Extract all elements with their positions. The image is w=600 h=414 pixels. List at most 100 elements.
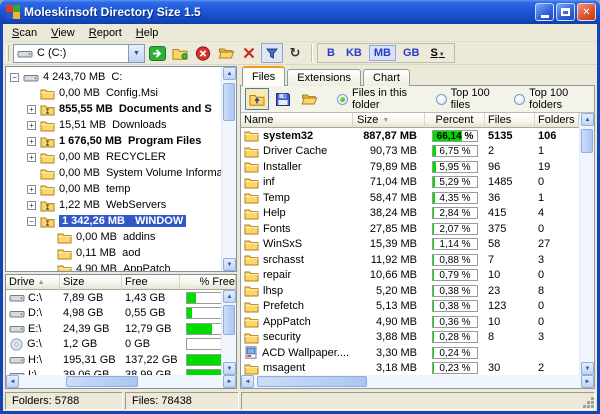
scroll-down-icon[interactable]: ▼ [223, 362, 236, 375]
tree-item[interactable]: 4,90 MB AppPatch [6, 261, 236, 271]
collapse-icon[interactable]: − [27, 216, 36, 226]
column-header-files[interactable]: Files [485, 113, 535, 128]
scroll-down-icon[interactable]: ▼ [581, 362, 594, 375]
delete-button[interactable] [238, 43, 260, 63]
scroll-thumb[interactable] [223, 305, 235, 335]
unit-kb-button[interactable]: KB [342, 46, 366, 60]
drive-vertical-scrollbar[interactable]: ▲ ▼ [221, 290, 236, 375]
scroll-up-icon[interactable]: ▲ [223, 67, 236, 80]
file-row[interactable]: Temp 58,47 MB 4,35 % 36 1 [241, 190, 594, 206]
tab-chart[interactable]: Chart [363, 69, 410, 86]
tree-item[interactable]: 0,11 MB aod [6, 245, 236, 261]
drive-row[interactable]: I:\ 39,06 GB 38,99 GB 99 [6, 368, 236, 375]
chevron-down-icon[interactable]: ▼ [128, 44, 144, 62]
menu-item-scan[interactable]: Scan [5, 26, 44, 40]
drive-row[interactable]: E:\ 24,39 GB 12,79 GB 52 [6, 321, 236, 337]
refresh-button[interactable]: ↻ [284, 43, 306, 63]
column-header-folders[interactable]: Folders [535, 113, 579, 128]
column-header-free[interactable]: % Free [180, 275, 236, 290]
unit-s-button[interactable]: S▼ [426, 46, 448, 60]
menu-item-view[interactable]: View [44, 26, 82, 40]
open-folder-button[interactable] [215, 43, 237, 63]
column-header-size[interactable]: Size ▼ [353, 113, 425, 128]
open-folder-button[interactable] [297, 88, 321, 110]
scroll-thumb[interactable] [257, 376, 367, 387]
tree-item[interactable]: +1 676,50 MB Program Files [6, 133, 236, 149]
folder-up-button[interactable] [245, 88, 269, 110]
file-row[interactable]: WinSxS 15,39 MB 1,14 % 58 27 [241, 237, 594, 253]
tree-item[interactable]: −4 243,70 MB C: [6, 69, 236, 85]
expand-icon[interactable]: + [27, 184, 36, 194]
scroll-thumb[interactable] [223, 83, 235, 121]
save-report-button[interactable] [271, 88, 295, 110]
unit-gb-button[interactable]: GB [399, 46, 424, 60]
file-row[interactable]: ACD Wallpaper.... 3,30 MB 0,24 % [241, 345, 594, 361]
file-row[interactable]: repair 10,66 MB 0,79 % 10 0 [241, 268, 594, 284]
column-header-size[interactable]: Size [60, 275, 122, 290]
scroll-left-icon[interactable]: ◄ [6, 375, 19, 388]
resize-grip[interactable] [591, 405, 594, 408]
drive-row[interactable]: C:\ 7,89 GB 1,43 GB 18 [6, 290, 236, 306]
minimize-button[interactable] [535, 3, 554, 21]
drive-row[interactable]: D:\ 4,98 GB 0,55 GB 11 [6, 306, 236, 322]
scroll-right-icon[interactable]: ► [581, 375, 594, 388]
tree-item[interactable]: − 1 342,26 MB WINDOW [6, 213, 236, 229]
toolbar-grip[interactable] [6, 45, 9, 61]
file-row[interactable]: Installer 79,89 MB 5,95 % 96 19 [241, 159, 594, 175]
file-row[interactable]: lhsp 5,20 MB 0,38 % 23 8 [241, 283, 594, 299]
scroll-up-icon[interactable]: ▲ [223, 290, 236, 303]
scroll-down-icon[interactable]: ▼ [223, 258, 236, 271]
tree-item[interactable]: +855,55 MB Documents and S [6, 101, 236, 117]
file-row[interactable]: system32 887,87 MB 66,14 % 5135 106 [241, 128, 594, 144]
title-bar[interactable]: Moleskinsoft Directory Size 1.5 ✕ [0, 0, 600, 24]
expand-icon[interactable]: + [27, 200, 36, 210]
file-row[interactable]: security 3,88 MB 0,28 % 8 3 [241, 330, 594, 346]
tree-vertical-scrollbar[interactable]: ▲ ▼ [221, 67, 236, 271]
drive-row[interactable]: G:\ 1,2 GB 0 GB 0 [6, 337, 236, 353]
tree-item[interactable]: +0,00 MB temp [6, 181, 236, 197]
radio-files-in-this-folder[interactable]: Files in this folder [337, 87, 422, 111]
maximize-button[interactable] [556, 3, 575, 21]
tree-item[interactable]: +15,51 MB Downloads [6, 117, 236, 133]
file-row[interactable]: Fonts 27,85 MB 2,07 % 375 0 [241, 221, 594, 237]
menu-item-report[interactable]: Report [82, 26, 129, 40]
file-row[interactable]: srchasst 11,92 MB 0,88 % 7 3 [241, 252, 594, 268]
column-header-drive[interactable]: Drive ▲ [6, 275, 60, 290]
unit-mb-button[interactable]: MB [368, 45, 396, 61]
drive-horizontal-scrollbar[interactable]: ◄ ► [6, 375, 236, 388]
collapse-icon[interactable]: − [10, 72, 19, 82]
file-row[interactable]: Driver Cache 90,73 MB 6,75 % 2 1 [241, 144, 594, 160]
radio-top-100-files[interactable]: Top 100 files [435, 87, 501, 111]
radio-top-100-folders[interactable]: Top 100 folders [514, 87, 590, 111]
tree-item[interactable]: +0,00 MB RECYCLER [6, 149, 236, 165]
menu-item-help[interactable]: Help [129, 26, 166, 40]
column-header-name[interactable]: Name [241, 113, 353, 128]
stop-button[interactable] [192, 43, 214, 63]
column-header-percent[interactable]: Percent [425, 113, 485, 128]
tree-item[interactable]: +1,22 MB WebServers [6, 197, 236, 213]
drive-row[interactable]: H:\ 195,31 GB 137,22 GB 70 [6, 352, 236, 368]
scan-button[interactable] [146, 43, 168, 63]
drive-combo[interactable]: C (C:) ▼ [13, 43, 145, 63]
filter-button[interactable] [261, 43, 283, 63]
close-button[interactable]: ✕ [577, 3, 596, 21]
tree-item[interactable]: 0,00 MB System Volume Information [6, 165, 236, 181]
tab-files[interactable]: Files [242, 66, 286, 86]
expand-icon[interactable]: + [27, 104, 36, 114]
file-row[interactable]: Help 38,24 MB 2,84 % 415 4 [241, 206, 594, 222]
file-row[interactable]: AppPatch 4,90 MB 0,36 % 10 0 [241, 314, 594, 330]
tab-extensions[interactable]: Extensions [287, 69, 362, 86]
scroll-up-icon[interactable]: ▲ [581, 113, 594, 126]
file-row[interactable]: msagent 3,18 MB 0,23 % 30 2 [241, 361, 594, 376]
scroll-thumb[interactable] [66, 376, 138, 387]
expand-icon[interactable]: + [27, 136, 36, 146]
file-row[interactable]: Prefetch 5,13 MB 0,38 % 123 0 [241, 299, 594, 315]
tree-item[interactable]: 0,00 MB addins [6, 229, 236, 245]
expand-icon[interactable]: + [27, 152, 36, 162]
scan-new-folder-button[interactable] [169, 43, 191, 63]
scroll-thumb[interactable] [581, 129, 593, 153]
column-header-free[interactable]: Free [122, 275, 180, 290]
scroll-right-icon[interactable]: ► [223, 375, 236, 388]
expand-icon[interactable]: + [27, 120, 36, 130]
tree-item[interactable]: 0,00 MB Config.Msi [6, 85, 236, 101]
